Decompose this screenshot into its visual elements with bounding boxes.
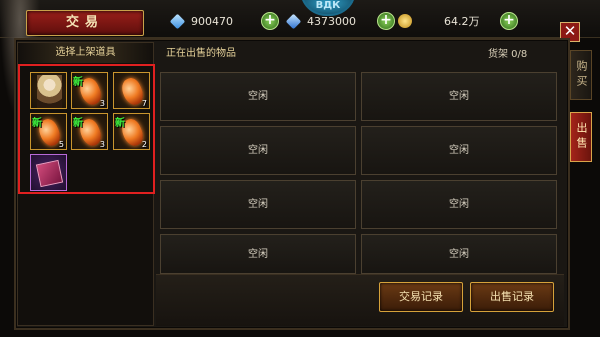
window-title: 交易 — [26, 10, 144, 36]
item-slot-crystal[interactable]: 新 2 — [113, 113, 150, 150]
item-count: 3 — [99, 140, 105, 149]
shelf-slot[interactable]: 空闲 — [361, 126, 557, 175]
shelf-slot[interactable]: 空闲 — [160, 72, 356, 121]
item-slot-book[interactable] — [30, 154, 67, 191]
new-badge: 新 — [73, 77, 83, 88]
gem-value: 4373000 — [307, 14, 356, 28]
gold-resource: 64.2万 + — [398, 11, 518, 31]
shelf-slot[interactable]: 空闲 — [361, 72, 557, 121]
inventory-title: 选择上架道具 — [17, 43, 154, 63]
item-count: 2 — [141, 140, 147, 149]
item-slot-crystal[interactable]: 新 3 — [71, 113, 108, 150]
tab-buy[interactable]: 购买 — [570, 50, 592, 100]
hero-portrait-icon — [37, 75, 62, 108]
trade-record-button[interactable]: 交易记录 — [379, 282, 463, 312]
shelf-slot[interactable]: 空闲 — [361, 180, 557, 229]
diamond-resource: 900470 + — [169, 11, 279, 31]
gold-coin-icon — [398, 14, 412, 28]
add-gold-button[interactable]: + — [500, 12, 518, 30]
diamond-value: 900470 — [191, 14, 233, 28]
new-badge: 新 — [32, 118, 42, 129]
item-count: 3 — [99, 99, 105, 108]
shelf-slot[interactable]: 空闲 — [160, 126, 356, 175]
item-slot-crystal[interactable]: 7 — [113, 72, 150, 109]
tab-sell[interactable]: 出售 — [570, 112, 592, 162]
spell-book-icon — [35, 159, 64, 188]
new-badge: 新 — [115, 118, 125, 129]
shelf-count: 货架 0/8 — [488, 49, 528, 60]
selling-items-title: 正在出售的物品 — [166, 48, 236, 59]
gem-resource: 4373000 + — [285, 11, 395, 31]
shelf-slot[interactable]: 空闲 — [160, 180, 356, 229]
item-count: 5 — [58, 140, 64, 149]
diamond-icon — [169, 13, 186, 29]
sell-record-button[interactable]: 出售记录 — [470, 282, 554, 312]
shelf-slot[interactable]: 空闲 — [160, 234, 356, 274]
item-slot-hero[interactable] — [30, 72, 67, 109]
add-diamond-button[interactable]: + — [261, 12, 279, 30]
item-slot-crystal[interactable]: 新 3 — [71, 72, 108, 109]
new-badge: 新 — [73, 118, 83, 129]
gold-value: 64.2万 — [444, 15, 480, 28]
item-count: 7 — [141, 99, 147, 108]
add-gem-button[interactable]: + — [377, 12, 395, 30]
gem-icon — [285, 13, 302, 29]
item-slot-crystal[interactable]: 新 5 — [30, 113, 67, 150]
shelf-slot[interactable]: 空闲 — [361, 234, 557, 274]
